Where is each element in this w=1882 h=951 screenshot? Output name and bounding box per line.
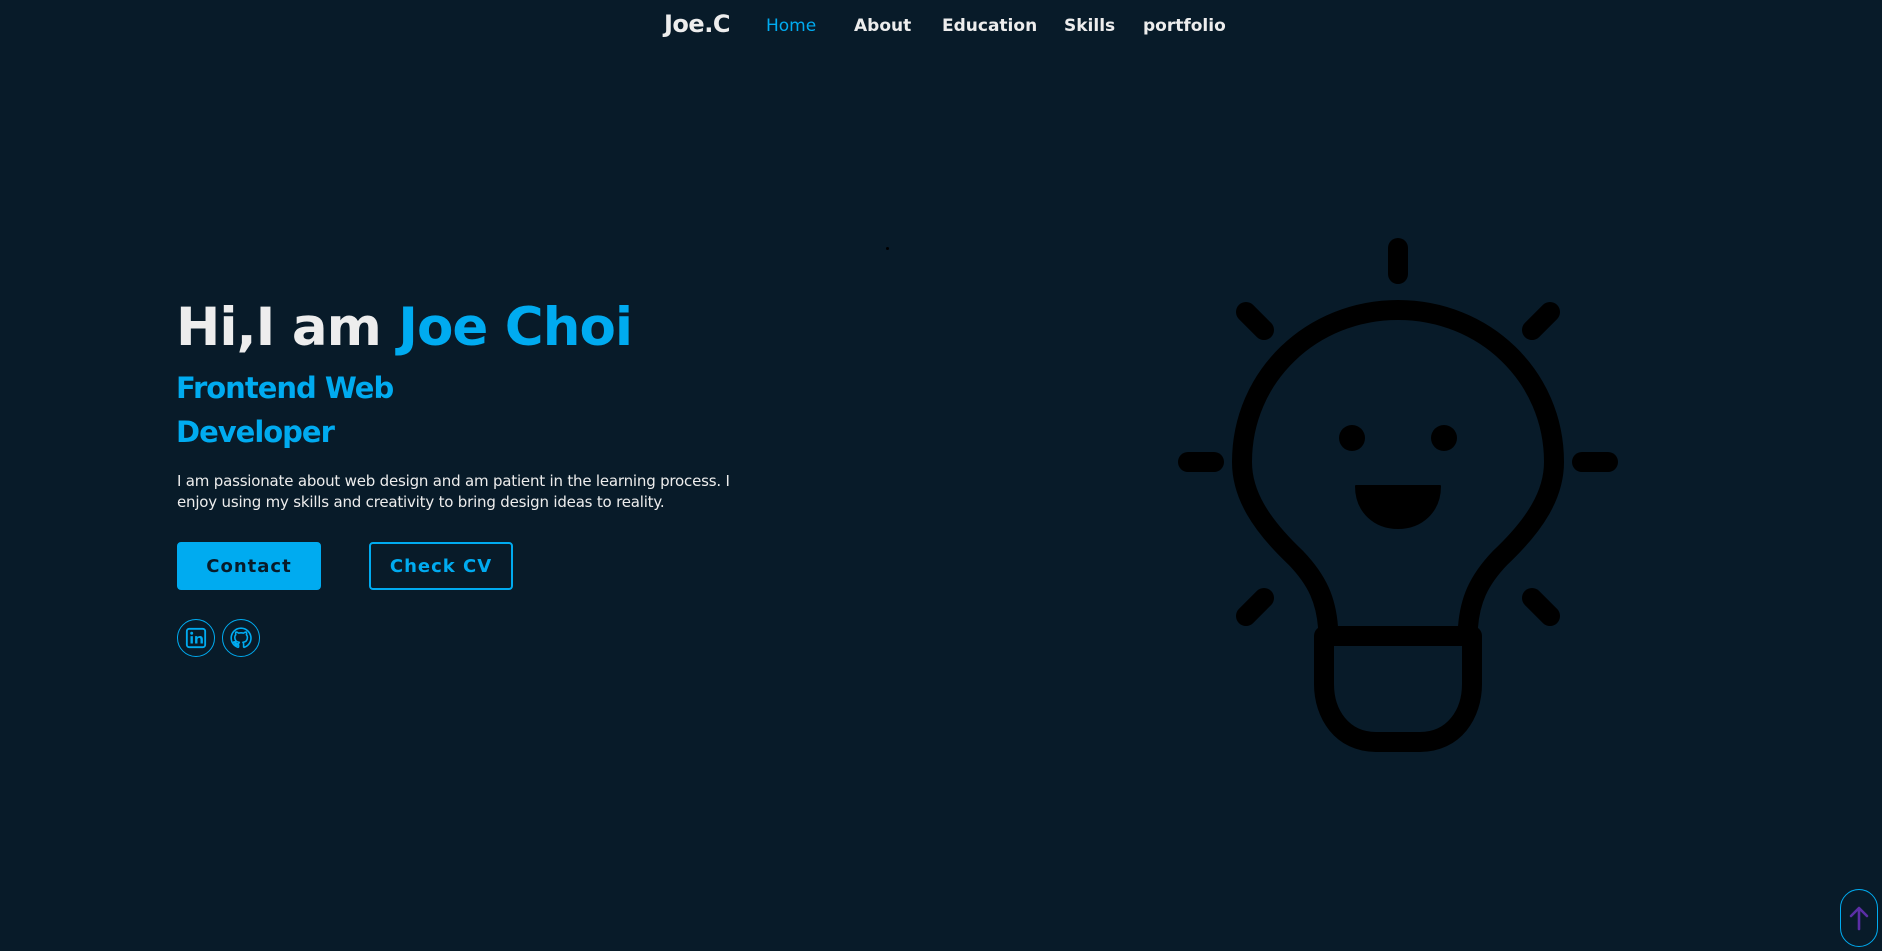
contact-button[interactable]: Contact (177, 542, 321, 590)
check-cv-button[interactable]: Check CV (369, 542, 513, 590)
lightbulb-smiley-icon (1178, 238, 1618, 752)
scroll-top-button[interactable] (1840, 889, 1878, 947)
site-header: Joe.C Home About Education Skills portfo… (0, 0, 1882, 52)
role-line-1: Frontend Web (176, 371, 394, 405)
nav-education[interactable]: Education (942, 16, 1037, 36)
github-link[interactable] (222, 619, 260, 657)
arrow-up-icon (1849, 906, 1869, 931)
linkedin-icon (185, 627, 207, 649)
bio-text: I am passionate about web design and am … (177, 472, 730, 511)
greeting-text: Hi,I am (176, 297, 382, 358)
nav-home[interactable]: Home (766, 16, 816, 36)
nav-portfolio[interactable]: portfolio (1143, 16, 1226, 36)
nav-skills[interactable]: Skills (1064, 16, 1115, 36)
github-icon (230, 627, 252, 649)
hero-title: Hi,I am Joe Choi (176, 292, 633, 364)
decorative-dot (886, 247, 889, 250)
role-line-2: Developer (176, 415, 335, 449)
name-text: Joe Choi (398, 297, 633, 358)
linkedin-link[interactable] (177, 619, 215, 657)
logo[interactable]: Joe.C (664, 10, 730, 38)
role-title: Frontend Web Developer (176, 366, 496, 454)
nav-about[interactable]: About (854, 16, 911, 36)
